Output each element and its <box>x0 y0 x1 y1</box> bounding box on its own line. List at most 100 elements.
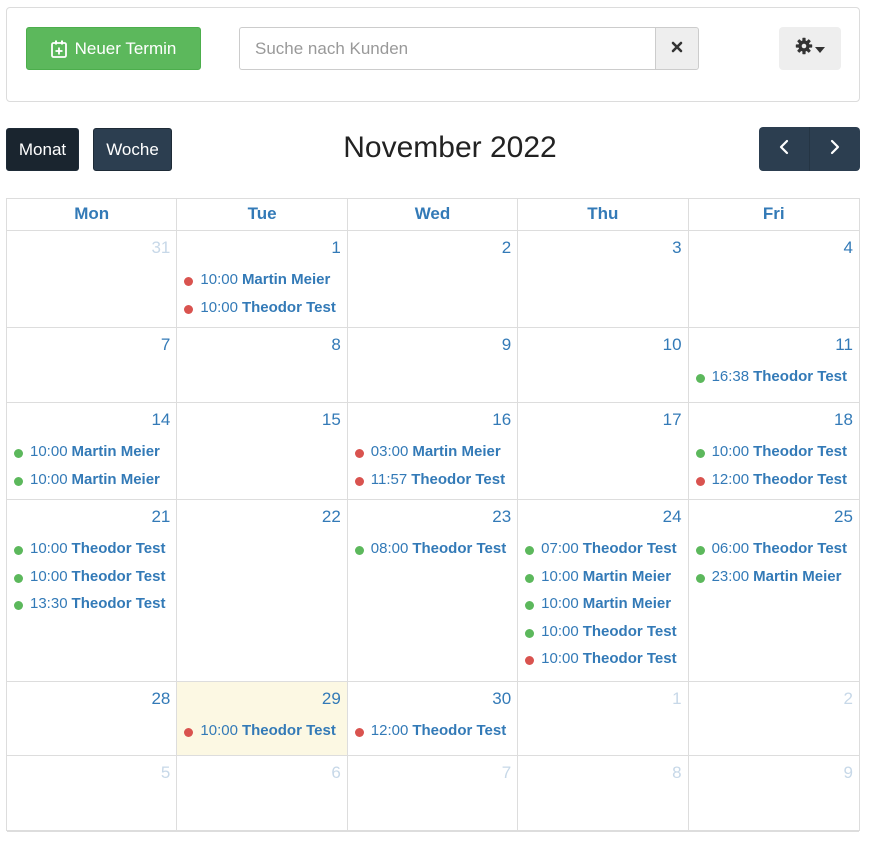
day-number[interactable]: 9 <box>843 763 852 783</box>
calendar-event[interactable]: 10:00 Theodor Test <box>184 717 344 745</box>
day-cell[interactable]: 2 <box>689 682 859 755</box>
status-dot-green <box>14 449 23 459</box>
day-cell[interactable]: 24 07:00 Theodor Test 10:00 Martin Meier 10:0… <box>518 500 689 681</box>
day-cell[interactable]: 9 <box>348 328 519 402</box>
day-cell[interactable]: 23 08:00 Theodor Test <box>348 500 519 681</box>
new-appointment-button[interactable]: Neuer Termin <box>26 27 201 70</box>
day-cell[interactable]: 7 <box>7 328 178 402</box>
calendar-event[interactable]: 16:38 Theodor Test <box>695 363 857 391</box>
day-number[interactable]: 30 <box>492 689 511 709</box>
calendar-event[interactable]: 12:00 Theodor Test <box>354 717 515 745</box>
day-number[interactable]: 3 <box>672 238 681 258</box>
day-cell[interactable]: 5 <box>7 756 178 831</box>
event-time: 16:38 <box>711 368 750 386</box>
month-calendar: Mon Tue Wed Thu Fri 31 1 10:00 Martin Meier 10:0… <box>6 198 860 832</box>
calendar-event[interactable]: 12:00 Theodor Test <box>695 466 857 494</box>
calendar-event[interactable]: 10:00 Martin Meier <box>14 438 174 466</box>
day-cell[interactable]: 4 <box>689 231 859 327</box>
day-cell[interactable]: 22 <box>177 500 348 681</box>
calendar-event[interactable]: 03:00 Martin Meier <box>354 438 515 466</box>
day-cell[interactable]: 30 12:00 Theodor Test <box>348 682 519 755</box>
day-number[interactable]: 7 <box>161 335 170 355</box>
day-number[interactable]: 5 <box>161 763 170 783</box>
day-number[interactable]: 23 <box>492 507 511 527</box>
event-list: 08:00 Theodor Test <box>354 535 515 563</box>
settings-dropdown-button[interactable] <box>779 27 841 70</box>
calendar-event[interactable]: 10:00 Theodor Test <box>14 535 174 563</box>
calendar-event[interactable]: 10:00 Martin Meier <box>525 590 685 618</box>
day-cell[interactable]: 25 06:00 Theodor Test 23:00 Martin Meier <box>689 500 859 681</box>
day-number[interactable]: 17 <box>663 410 682 430</box>
day-number[interactable]: 24 <box>663 507 682 527</box>
day-cell[interactable]: 1 <box>518 682 689 755</box>
day-number[interactable]: 2 <box>502 238 511 258</box>
day-number[interactable]: 1 <box>672 689 681 709</box>
day-number[interactable]: 25 <box>834 507 853 527</box>
day-cell[interactable]: 7 <box>348 756 519 831</box>
day-cell[interactable]: 3 <box>518 231 689 327</box>
view-month-button[interactable]: Monat <box>6 128 79 171</box>
day-number[interactable]: 8 <box>331 335 340 355</box>
day-cell[interactable]: 16 03:00 Martin Meier 11:57 Theodor Test <box>348 403 519 499</box>
next-month-button[interactable] <box>809 127 860 171</box>
day-number[interactable]: 16 <box>492 410 511 430</box>
day-cell[interactable]: 17 <box>518 403 689 499</box>
day-cell[interactable]: 18 10:00 Theodor Test 12:00 Theodor Test <box>689 403 859 499</box>
day-number[interactable]: 4 <box>843 238 852 258</box>
calendar-event[interactable]: 11:57 Theodor Test <box>354 466 515 494</box>
day-number[interactable]: 15 <box>322 410 341 430</box>
status-dot-red <box>184 304 194 314</box>
day-cell[interactable]: 21 10:00 Theodor Test 10:00 Theodor Test 13:3… <box>7 500 178 681</box>
calendar-event[interactable]: 06:00 Theodor Test <box>695 535 857 563</box>
day-number[interactable]: 6 <box>331 763 340 783</box>
calendar-event[interactable]: 10:00 Theodor Test <box>184 294 344 322</box>
event-time: 06:00 <box>711 540 750 558</box>
calendar-event[interactable]: 10:00 Theodor Test <box>695 438 857 466</box>
day-number[interactable]: 22 <box>322 507 341 527</box>
day-number[interactable]: 1 <box>331 238 340 258</box>
day-cell[interactable]: 2 <box>348 231 519 327</box>
day-number[interactable]: 18 <box>834 410 853 430</box>
day-number[interactable]: 10 <box>663 335 682 355</box>
event-customer-name: Theodor Test <box>753 443 847 461</box>
day-number[interactable]: 9 <box>502 335 511 355</box>
calendar-event[interactable]: 10:00 Theodor Test <box>525 618 685 646</box>
day-number[interactable]: 21 <box>151 507 170 527</box>
day-cell[interactable]: 8 <box>177 328 348 402</box>
day-cell[interactable]: 14 10:00 Martin Meier 10:00 Martin Meier <box>7 403 178 499</box>
day-cell[interactable]: 28 <box>7 682 178 755</box>
event-customer-name: Theodor Test <box>241 722 336 740</box>
day-number[interactable]: 2 <box>843 689 852 709</box>
day-cell[interactable]: 1 10:00 Martin Meier 10:00 Theodor Test <box>177 231 348 327</box>
day-number[interactable]: 31 <box>151 238 170 258</box>
day-cell[interactable]: 31 <box>7 231 178 327</box>
day-number[interactable]: 7 <box>502 763 511 783</box>
day-number[interactable]: 14 <box>151 410 170 430</box>
day-cell[interactable]: 9 <box>689 756 859 831</box>
day-number[interactable]: 29 <box>322 689 341 709</box>
calendar-event[interactable]: 10:00 Theodor Test <box>14 563 174 591</box>
day-cell[interactable]: 10 <box>518 328 689 402</box>
calendar-event[interactable]: 08:00 Theodor Test <box>354 535 515 563</box>
view-week-button[interactable]: Woche <box>93 128 172 171</box>
calendar-event[interactable]: 10:00 Martin Meier <box>14 466 174 494</box>
calendar-event[interactable]: 07:00 Theodor Test <box>525 535 685 563</box>
day-cell[interactable]: 6 <box>177 756 348 831</box>
calendar-event[interactable]: 10:00 Martin Meier <box>525 563 685 591</box>
calendar-event[interactable]: 10:00 Martin Meier <box>184 266 344 294</box>
day-number[interactable]: 8 <box>672 763 681 783</box>
day-cell[interactable]: 15 <box>177 403 348 499</box>
weekday-header-cell: Thu <box>518 199 689 230</box>
day-cell[interactable]: 8 <box>518 756 689 831</box>
day-cell[interactable]: 11 16:38 Theodor Test <box>689 328 859 402</box>
calendar-event[interactable]: 13:30 Theodor Test <box>14 590 174 618</box>
clear-search-button[interactable] <box>655 27 699 70</box>
day-number[interactable]: 28 <box>151 689 170 709</box>
previous-month-button[interactable] <box>759 127 809 171</box>
calendar-event[interactable]: 10:00 Theodor Test <box>525 645 685 673</box>
calendar-event[interactable]: 23:00 Martin Meier <box>695 563 857 591</box>
event-customer-name: Martin Meier <box>71 470 160 488</box>
day-number[interactable]: 11 <box>835 335 853 355</box>
day-cell-today[interactable]: 29 10:00 Theodor Test <box>177 682 348 755</box>
customer-search-input[interactable] <box>239 27 655 70</box>
